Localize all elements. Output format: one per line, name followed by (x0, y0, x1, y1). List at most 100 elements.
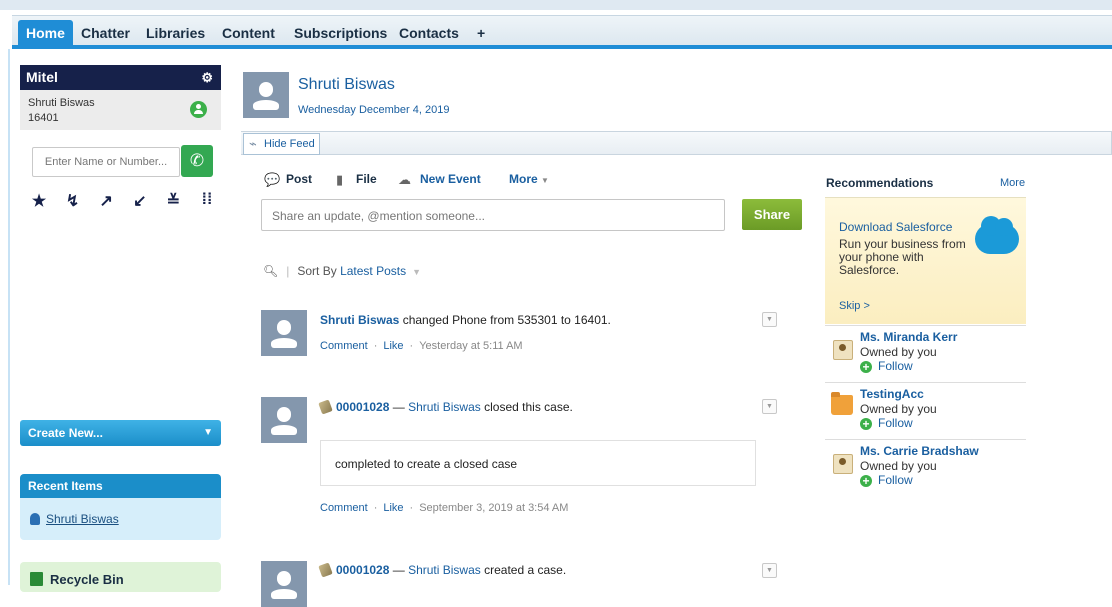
like-link[interactable]: Like (383, 502, 403, 514)
top-strip (0, 0, 1112, 10)
share-update-input[interactable]: Share an update, @mention someone... (261, 199, 725, 231)
recommendation-name-link[interactable]: Ms. Carrie Bradshaw (860, 444, 979, 458)
more-label: More (509, 172, 538, 186)
follow-button[interactable]: Follow (860, 359, 913, 373)
follow-button[interactable]: Follow (860, 473, 913, 487)
hide-feed-button[interactable]: Hide Feed (243, 133, 320, 155)
publisher-tab-more[interactable]: More ▼ (509, 172, 549, 186)
recommendation-item: Ms. Carrie Bradshaw Owned by you Follow (825, 439, 1026, 496)
person-icon (30, 513, 40, 525)
add-tab-button[interactable]: + (477, 20, 485, 46)
feed-item-meta: Comment · Like · Yesterday at 5:11 AM (320, 340, 523, 352)
tab-home[interactable]: Home (18, 20, 73, 46)
feed-avatar[interactable] (261, 310, 307, 356)
post-icon: 💬 (264, 172, 281, 187)
feed-item-menu-icon[interactable]: ▼ (762, 399, 777, 414)
like-link[interactable]: Like (383, 340, 403, 352)
feed-actor-link[interactable]: Shruti Biswas (320, 313, 399, 327)
case-icon (318, 399, 333, 415)
meta-separator: · (373, 340, 378, 352)
call-button[interactable]: ✆ (181, 145, 213, 177)
feed-avatar[interactable] (261, 397, 307, 443)
feed-actor-link[interactable]: Shruti Biswas (408, 563, 481, 577)
gear-icon[interactable]: ⚙ (201, 65, 213, 90)
case-number-link[interactable]: 00001028 (336, 563, 389, 577)
create-new-button[interactable]: Create New... ▼ (20, 420, 221, 446)
mitel-toolbar: ★ ↯ ↗ ↙ ≚ ⁞⁞ (28, 191, 218, 213)
contact-icon (833, 454, 853, 474)
feed-item-meta: Comment · Like · September 3, 2019 at 3:54 A… (320, 502, 568, 514)
chevron-down-icon[interactable]: ▼ (412, 267, 421, 277)
mitel-header: Mitel ⚙ (20, 65, 221, 90)
feed-item-text: 00001028 — Shruti Biswas created a case. (318, 562, 567, 578)
dash: — (392, 400, 405, 414)
event-icon: ☁ (398, 172, 411, 187)
feed-toolbar (241, 131, 1112, 155)
chevron-down-icon: ▼ (541, 176, 549, 185)
tab-content[interactable]: Content (222, 20, 275, 46)
missed-calls-icon[interactable]: ↯ (62, 191, 84, 213)
recommendation-name-link[interactable]: TestingAcc (860, 387, 924, 401)
publisher-tab-new-event[interactable]: New Event (420, 172, 481, 186)
dash: — (392, 563, 405, 577)
feed-avatar[interactable] (261, 561, 307, 607)
feed-action-text: changed Phone from 535301 to 16401. (402, 313, 611, 327)
feed-item-menu-icon[interactable]: ▼ (762, 312, 777, 327)
sort-control: 🔍︎ | Sort By Latest Posts ▼ (263, 264, 421, 278)
feed-timestamp: September 3, 2019 at 3:54 AM (419, 502, 569, 514)
share-button[interactable]: Share (742, 199, 802, 230)
mitel-user-panel: Shruti Biswas 16401 (20, 90, 221, 130)
case-comment-box: completed to create a closed case (320, 440, 756, 486)
voicemail-icon[interactable]: ≚ (162, 191, 184, 213)
file-icon: ▮ (336, 172, 344, 187)
incoming-calls-icon[interactable]: ↙ (129, 191, 151, 213)
recommendation-owner: Owned by you (860, 459, 937, 473)
contact-icon (833, 340, 853, 360)
sort-value[interactable]: Latest Posts (340, 264, 406, 278)
publisher-tab-file[interactable]: File (356, 172, 377, 186)
follow-button[interactable]: Follow (860, 416, 913, 430)
recent-item-label: Shruti Biswas (46, 512, 119, 526)
recommendation-item: Ms. Miranda Kerr Owned by you Follow (825, 325, 1026, 382)
sort-divider: | (286, 264, 290, 278)
recommendation-owner: Owned by you (860, 402, 937, 416)
salesforce-cloud-icon (975, 216, 1019, 254)
case-number-link[interactable]: 00001028 (336, 400, 389, 414)
feed-item-text: Shruti Biswas changed Phone from 535301 … (320, 313, 611, 327)
sort-label: Sort By (297, 264, 337, 278)
favorites-icon[interactable]: ★ (28, 191, 50, 213)
meta-separator: · (373, 502, 378, 514)
recent-item-shruti-biswas[interactable]: Shruti Biswas (30, 512, 119, 526)
recommendations-more-link[interactable]: More (1000, 177, 1025, 189)
case-icon (318, 562, 333, 578)
feed-actor-link[interactable]: Shruti Biswas (408, 400, 481, 414)
tab-chatter[interactable]: Chatter (81, 20, 130, 46)
tab-libraries[interactable]: Libraries (146, 20, 205, 46)
keypad-icon[interactable]: ⁞⁞ (196, 191, 218, 213)
profile-avatar[interactable] (243, 72, 289, 118)
search-icon[interactable]: 🔍︎ (263, 264, 278, 278)
recommendation-owner: Owned by you (860, 345, 937, 359)
tab-bar: Home Chatter Libraries Content Subscript… (12, 15, 1112, 49)
comment-link[interactable]: Comment (320, 502, 368, 514)
publisher-tab-post[interactable]: Post (286, 172, 312, 186)
promo-skip-link[interactable]: Skip > (839, 300, 870, 312)
recommendations-title: Recommendations (826, 176, 934, 190)
create-new-label: Create New... (28, 426, 103, 440)
feed-action-text: closed this case. (484, 400, 573, 414)
recommendation-name-link[interactable]: Ms. Miranda Kerr (860, 330, 957, 344)
tab-subscriptions[interactable]: Subscriptions (294, 20, 387, 46)
profile-name[interactable]: Shruti Biswas (298, 76, 395, 94)
presence-icon[interactable] (190, 101, 207, 118)
feed-action-text: created a case. (484, 563, 567, 577)
dial-input[interactable]: Enter Name or Number... (32, 147, 180, 177)
promo-title-link[interactable]: Download Salesforce (839, 220, 952, 234)
feed-item-menu-icon[interactable]: ▼ (762, 563, 777, 578)
tab-contacts[interactable]: Contacts (399, 20, 459, 46)
account-folder-icon (831, 392, 853, 415)
profile-date: Wednesday December 4, 2019 (298, 104, 450, 116)
comment-link[interactable]: Comment (320, 340, 368, 352)
recycle-bin-link[interactable]: Recycle Bin (20, 562, 221, 592)
outgoing-calls-icon[interactable]: ↗ (95, 191, 117, 213)
meta-separator: · (409, 502, 414, 514)
